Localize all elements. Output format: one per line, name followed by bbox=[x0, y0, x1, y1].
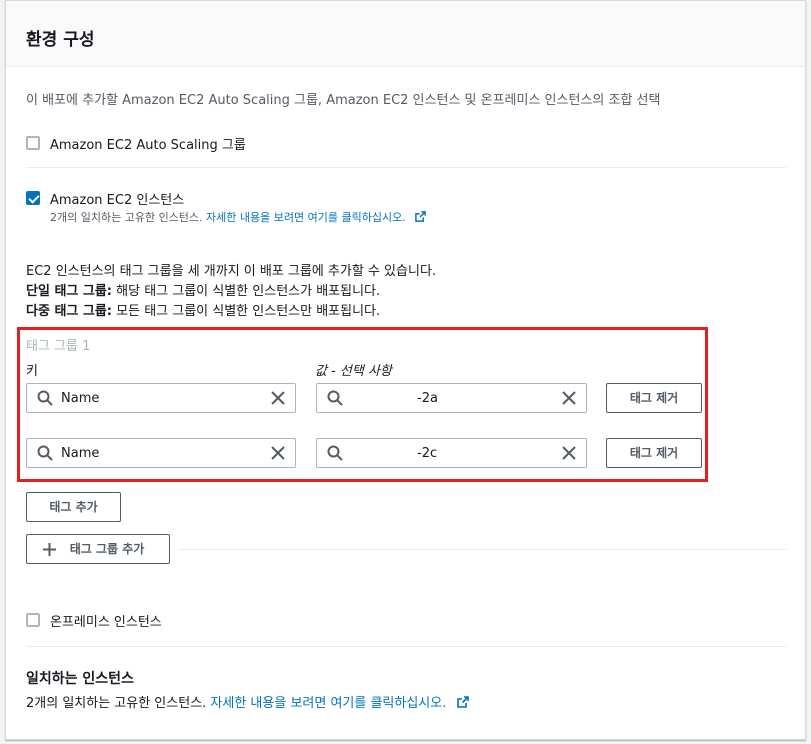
asg-checkbox[interactable] bbox=[26, 136, 40, 150]
onprem-label[interactable]: 온프레미스 인스턴스 bbox=[50, 611, 162, 630]
highlight-box bbox=[17, 327, 708, 482]
add-tag-button[interactable]: 태그 추가 bbox=[26, 492, 121, 522]
panel-header: 환경 구성 bbox=[6, 1, 805, 67]
plus-icon bbox=[43, 543, 56, 556]
section-description: 이 배포에 추가할 Amazon EC2 Auto Scaling 그룹, Am… bbox=[26, 93, 661, 108]
ec2-label[interactable]: Amazon EC2 인스턴스 bbox=[50, 189, 184, 208]
ec2-checkbox[interactable] bbox=[26, 191, 40, 205]
ec2-match-link[interactable]: 자세한 내용을 보려면 여기를 클릭하십시오. bbox=[206, 211, 406, 224]
divider bbox=[26, 646, 786, 647]
external-link-icon[interactable] bbox=[415, 211, 427, 222]
external-link-icon[interactable] bbox=[456, 696, 469, 708]
multi-text: 모든 태그 그룹이 식별한 인스턴스만 배포됩니다. bbox=[112, 304, 381, 319]
divider bbox=[26, 167, 786, 168]
environment-config-panel: 환경 구성 이 배포에 추가할 Amazon EC2 Auto Scaling … bbox=[5, 0, 806, 740]
add-tag-group-button[interactable]: 태그 그룹 추가 bbox=[26, 534, 170, 564]
single-text: 해당 태그 그룹이 식별한 인스턴스가 배포됩니다. bbox=[112, 284, 381, 299]
onprem-checkbox[interactable] bbox=[26, 613, 40, 627]
tag-info-line1: EC2 인스턴스의 태그 그룹을 세 개까지 이 배포 그룹에 추가할 수 있습… bbox=[26, 264, 437, 279]
panel-title: 환경 구성 bbox=[26, 30, 95, 50]
multi-label: 다중 태그 그룹: bbox=[26, 304, 113, 319]
matching-title: 일치하는 인스턴스 bbox=[26, 671, 134, 687]
ec2-match-info: 2개의 일치하는 고유한 인스턴스. 자세한 내용을 보려면 여기를 클릭하십시… bbox=[50, 209, 427, 225]
asg-label[interactable]: Amazon EC2 Auto Scaling 그룹 bbox=[50, 134, 246, 153]
ec2-match-text: 2개의 일치하는 고유한 인스턴스. bbox=[50, 211, 203, 224]
add-tag-group-label: 태그 그룹 추가 bbox=[69, 542, 145, 556]
matching-info: 2개의 일치하는 고유한 인스턴스. 자세한 내용을 보려면 여기를 클릭하십시… bbox=[26, 692, 469, 711]
matching-text: 2개의 일치하는 고유한 인스턴스. bbox=[26, 696, 207, 711]
matching-link[interactable]: 자세한 내용을 보려면 여기를 클릭하십시오. bbox=[210, 696, 446, 711]
tag-info-multi: 다중 태그 그룹: 모든 태그 그룹이 식별한 인스턴스만 배포됩니다. bbox=[26, 300, 380, 319]
tag-info-single: 단일 태그 그룹: 해당 태그 그룹이 식별한 인스턴스가 배포됩니다. bbox=[26, 280, 380, 299]
divider bbox=[178, 549, 786, 550]
single-label: 단일 태그 그룹: bbox=[26, 284, 113, 299]
